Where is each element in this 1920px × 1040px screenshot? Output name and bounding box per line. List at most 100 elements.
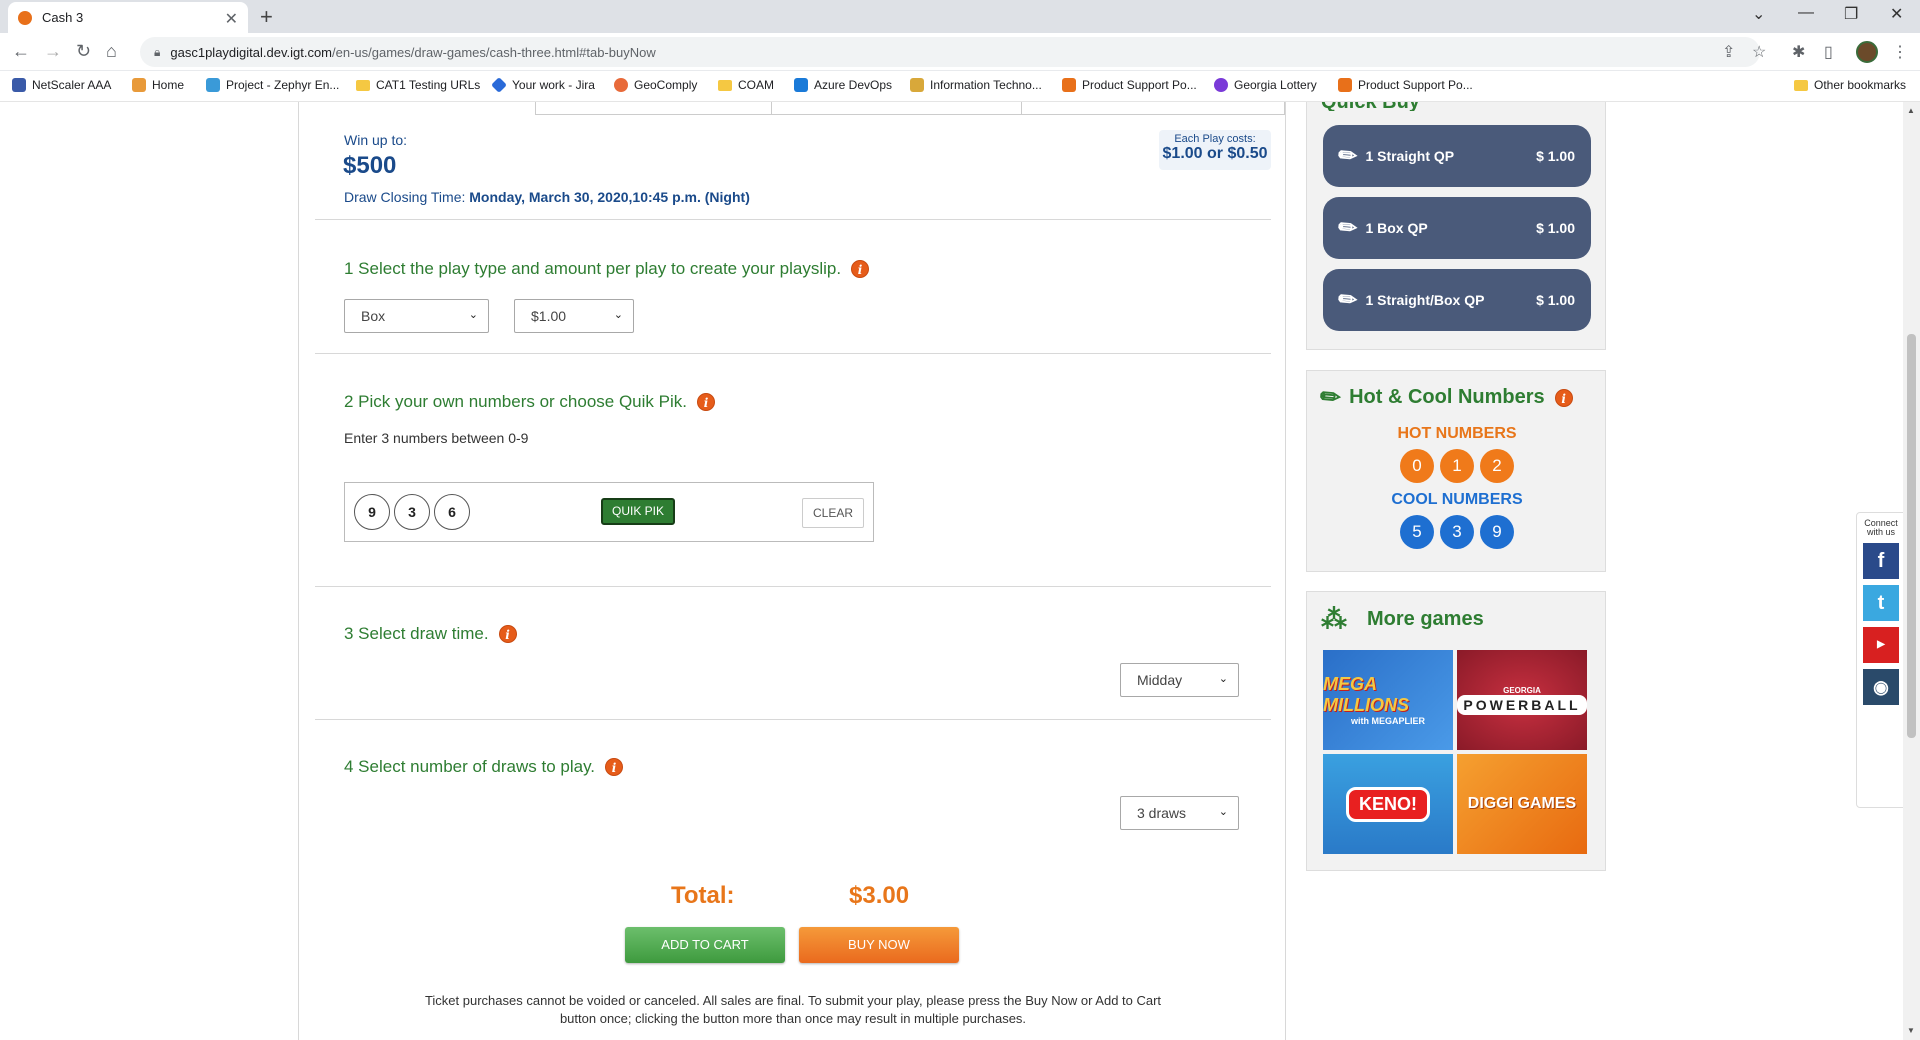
window-close-icon[interactable]: ✕ — [1890, 4, 1903, 24]
share-icon[interactable]: ⇪ — [1722, 42, 1735, 62]
bookmark-item[interactable]: Information Techno... — [910, 78, 1042, 92]
bookmark-icon — [132, 78, 146, 92]
new-tab-icon[interactable]: + — [260, 4, 273, 30]
home-icon[interactable]: ⌂ — [106, 41, 117, 62]
side-panel-icon[interactable]: ▯ — [1824, 42, 1833, 62]
bookmark-item[interactable]: Your work - Jira — [491, 77, 595, 93]
facebook-icon[interactable]: f — [1863, 543, 1899, 579]
draw-time-select[interactable]: Midday ⌄ — [1120, 663, 1239, 697]
bookmark-item[interactable]: NetScaler AAA — [12, 78, 111, 92]
bookmark-item[interactable]: COAM — [718, 78, 774, 92]
address-bar[interactable]: 🔒︎ gasc1playdigital.dev.igt.com/en-us/ga… — [140, 37, 1760, 67]
numbers-hint: Enter 3 numbers between 0-9 — [344, 430, 529, 446]
instagram-icon[interactable]: ◉ — [1863, 669, 1899, 705]
info-icon[interactable]: i — [696, 393, 715, 411]
play-type-select[interactable]: Box ⌄ — [344, 299, 489, 333]
draws-select[interactable]: 3 draws ⌄ — [1120, 796, 1239, 830]
hot-cool-panel: ✎ Hot & Cool Numbers i HOT NUMBERS 012 C… — [1306, 370, 1606, 572]
hot-cool-title: Hot & Cool Numbers — [1349, 386, 1545, 408]
quick-buy-straight-button[interactable]: ✎ 1 Straight QP $ 1.00 — [1323, 125, 1591, 187]
scroll-up-icon[interactable]: ▲ — [1907, 106, 1915, 115]
number-ball[interactable]: 9 — [354, 494, 390, 530]
clear-button[interactable]: CLEAR — [802, 498, 864, 528]
more-games-panel: ⁂ More games MEGA MILLIONS with MEGAPLIE… — [1306, 591, 1606, 871]
info-icon[interactable]: i — [498, 625, 517, 643]
bookmark-icon — [1338, 78, 1352, 92]
bookmark-item[interactable]: CAT1 Testing URLs — [356, 78, 480, 92]
youtube-icon[interactable]: ▶ — [1863, 627, 1899, 663]
cost-label: Each Play costs: — [1174, 133, 1256, 145]
step3-heading: 3 Select draw time. i — [344, 624, 517, 644]
purchase-disclaimer: Ticket purchases cannot be voided or can… — [424, 993, 1162, 1026]
azure-devops-icon — [794, 78, 808, 92]
add-to-cart-button[interactable]: ADD TO CART — [625, 927, 785, 963]
bookmark-item[interactable]: Home — [132, 78, 184, 92]
geocomply-icon — [614, 78, 628, 92]
forward-icon[interactable]: → — [44, 41, 62, 62]
bookmark-item[interactable]: Georgia Lottery — [1214, 78, 1317, 92]
hot-numbers: 012 — [1307, 449, 1607, 483]
number-ball[interactable]: 3 — [394, 494, 430, 530]
step3-title: 3 Select draw time. — [344, 624, 489, 643]
browser-tabbar: Cash 3 ✕ + ⌄ — ❐ ✕ — [0, 0, 1920, 33]
scroll-down-icon[interactable]: ▼ — [1907, 1026, 1915, 1035]
quick-buy-straight-box-button[interactable]: ✎ 1 Straight/Box QP $ 1.00 — [1323, 269, 1591, 331]
menu-icon[interactable]: ⋮ — [1892, 42, 1908, 62]
bookmark-item[interactable]: Product Support Po... — [1062, 78, 1197, 92]
chevron-down-icon: ⌄ — [1218, 673, 1228, 685]
page-content: Win up to: $500 Draw Closing Time: Monda… — [0, 102, 1920, 1040]
other-bookmarks[interactable]: Other bookmarks — [1794, 78, 1906, 92]
bookmark-item[interactable]: Project - Zephyr En... — [206, 78, 339, 92]
info-icon[interactable]: i — [1554, 388, 1573, 407]
browser-tab[interactable]: Cash 3 ✕ — [8, 2, 248, 33]
play-cost-box: Each Play costs: $1.00 or $0.50 — [1159, 130, 1271, 170]
bookmark-item[interactable]: Product Support Po... — [1338, 78, 1473, 92]
closing-label: Draw Closing Time: — [344, 189, 466, 205]
quik-pik-button[interactable]: QUIK PIK — [601, 498, 675, 525]
page-scrollbar[interactable]: ▲ ▼ — [1903, 102, 1920, 1040]
cost-value: $1.00 or $0.50 — [1162, 145, 1268, 162]
folder-icon — [356, 79, 370, 91]
bookmark-item[interactable]: GeoComply — [614, 78, 697, 92]
ticket-icon: ✎ — [1332, 140, 1363, 172]
chevron-down-icon: ⌄ — [613, 309, 623, 321]
step4-heading: 4 Select number of draws to play. i — [344, 757, 624, 777]
info-icon[interactable]: i — [851, 260, 870, 278]
close-tab-icon[interactable]: ✕ — [225, 9, 238, 29]
minimize-icon[interactable]: — — [1798, 4, 1814, 22]
url-path: /en-us/games/draw-games/cash-three.html#… — [332, 44, 656, 60]
info-icon[interactable]: i — [605, 758, 624, 776]
bookmark-icon — [1062, 78, 1076, 92]
bookmark-icon — [910, 78, 924, 92]
mega-millions-tile[interactable]: MEGA MILLIONS with MEGAPLIER — [1323, 650, 1453, 750]
restore-icon[interactable]: ❐ — [1844, 4, 1858, 24]
number-ball[interactable]: 6 — [434, 494, 470, 530]
diggi-games-tile[interactable]: DIGGI GAMES — [1457, 754, 1587, 854]
bookmark-item[interactable]: Azure DevOps — [794, 78, 892, 92]
step2-heading: 2 Pick your own numbers or choose Quik P… — [344, 392, 715, 412]
profile-avatar[interactable] — [1856, 41, 1878, 63]
keno-tile[interactable]: KENO! — [1323, 754, 1453, 854]
tab-search-icon[interactable]: ⌄ — [1752, 4, 1765, 24]
buy-now-button[interactable]: BUY NOW — [799, 927, 959, 963]
scrollbar-thumb[interactable] — [1907, 334, 1916, 738]
reload-icon[interactable]: ↻ — [76, 41, 91, 62]
bookmarks-bar: NetScaler AAA Home Project - Zephyr En..… — [0, 71, 1920, 102]
extensions-icon[interactable]: ✱ — [1792, 42, 1805, 62]
amount-select[interactable]: $1.00 ⌄ — [514, 299, 634, 333]
divider — [315, 219, 1271, 220]
quick-buy-box-button[interactable]: ✎ 1 Box QP $ 1.00 — [1323, 197, 1591, 259]
step1-heading: 1 Select the play type and amount per pl… — [344, 259, 870, 279]
bookmark-icon — [1214, 78, 1228, 92]
bookmark-icon — [206, 78, 220, 92]
powerball-tile[interactable]: GEORGIA POWERBALL — [1457, 650, 1587, 750]
url-host: gasc1playdigital.dev.igt.com — [170, 44, 333, 60]
cool-number-ball: 5 — [1400, 515, 1434, 549]
cool-numbers-label: COOL NUMBERS — [1391, 491, 1523, 508]
folder-icon — [718, 79, 732, 91]
twitter-icon[interactable]: t — [1863, 585, 1899, 621]
back-icon[interactable]: ← — [12, 41, 30, 62]
draw-closing: Draw Closing Time: Monday, March 30, 202… — [344, 189, 750, 205]
bookmark-star-icon[interactable]: ☆ — [1752, 42, 1766, 62]
chevron-down-icon: ⌄ — [1218, 806, 1228, 818]
